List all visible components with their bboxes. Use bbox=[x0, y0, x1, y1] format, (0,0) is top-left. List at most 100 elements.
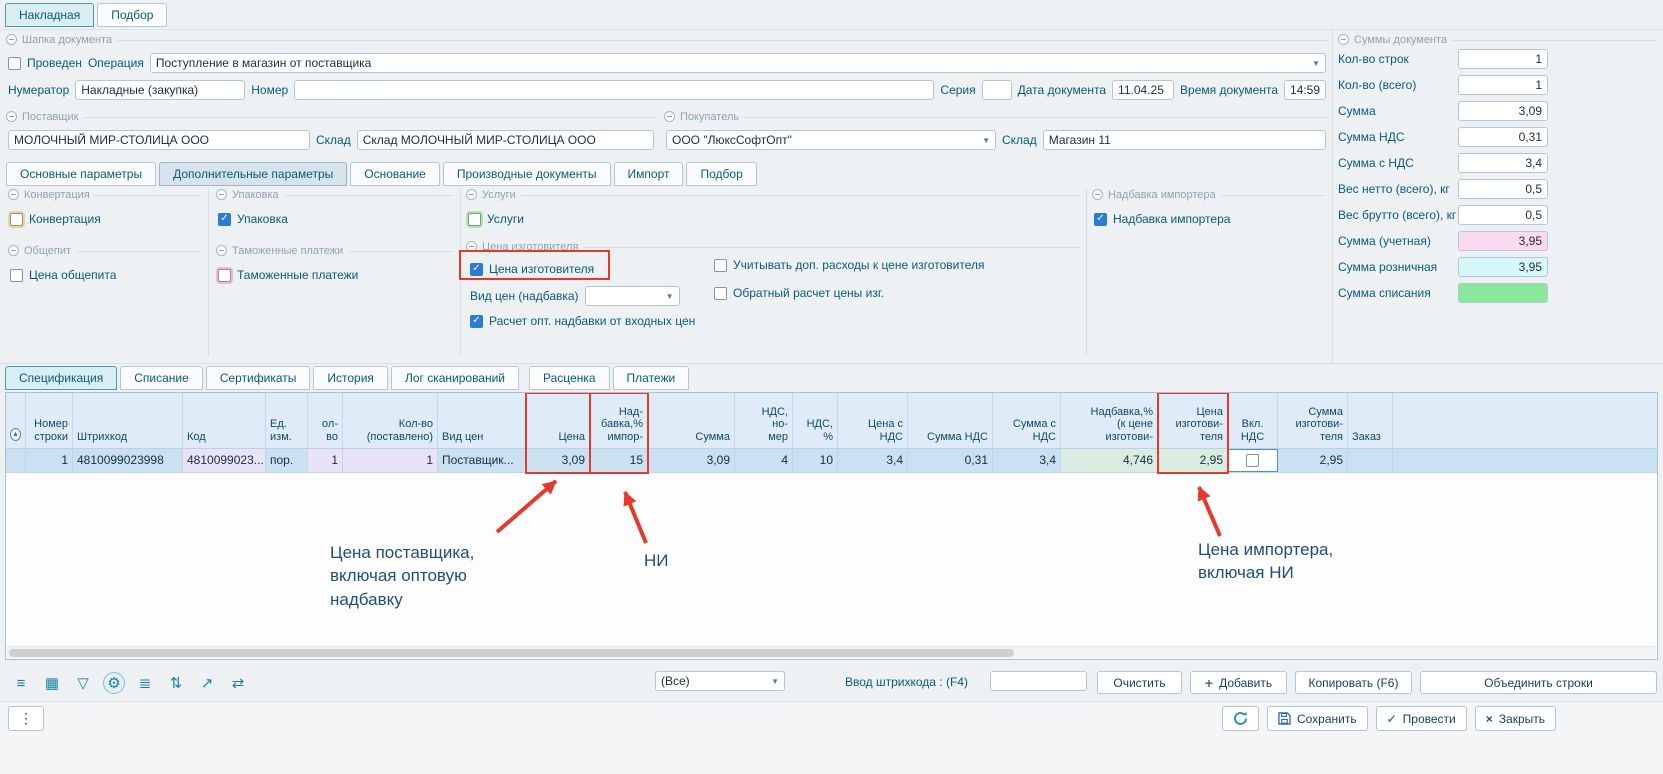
importer-markup-checkbox[interactable] bbox=[1094, 213, 1107, 226]
col-header-sum[interactable]: Сумма bbox=[648, 393, 735, 448]
sum-value-field[interactable]: 0,5 bbox=[1458, 205, 1548, 225]
tab-history[interactable]: История bbox=[313, 366, 388, 390]
supplier-name-field[interactable]: МОЛОЧНЫЙ МИР-СТОЛИЦА ООО bbox=[8, 130, 310, 150]
services-checkbox[interactable] bbox=[468, 213, 481, 226]
series-field[interactable] bbox=[982, 80, 1012, 100]
collapse-group-icon[interactable] bbox=[466, 241, 477, 252]
sum-value-field[interactable]: 1 bbox=[1458, 75, 1548, 95]
sum-value-field[interactable]: 0,31 bbox=[1458, 127, 1548, 147]
col-header-vat-sum[interactable]: Сумма НДС bbox=[908, 393, 993, 448]
collapse-group-icon[interactable] bbox=[8, 245, 19, 256]
buyer-select[interactable]: ООО "ЛюксСофтОпт" ▼ bbox=[666, 130, 996, 150]
tab-import[interactable]: Импорт bbox=[614, 162, 684, 186]
cell-code[interactable]: 4810099023... bbox=[183, 449, 266, 472]
conversion-checkbox[interactable] bbox=[10, 213, 23, 226]
opt-markup-checkbox[interactable] bbox=[470, 315, 483, 328]
collapse-group-icon[interactable] bbox=[664, 111, 675, 122]
cell-line-number[interactable]: 1 bbox=[26, 449, 73, 472]
collapse-group-icon[interactable] bbox=[216, 245, 227, 256]
swap-columns-icon[interactable]: ⇄ bbox=[227, 672, 249, 694]
tab-podbor-params[interactable]: Подбор bbox=[686, 162, 756, 186]
collapse-group-icon[interactable] bbox=[8, 189, 19, 200]
tab-writeoff[interactable]: Списание bbox=[120, 366, 203, 390]
price-type-select[interactable]: ▼ bbox=[585, 286, 680, 306]
save-button[interactable]: Сохранить bbox=[1267, 706, 1368, 731]
cell-sum-with-vat[interactable]: 3,4 bbox=[993, 449, 1061, 472]
col-header-vat-included[interactable]: Вкл. НДС bbox=[1228, 393, 1278, 448]
cell-qty[interactable]: 1 bbox=[308, 449, 343, 472]
cell-expander[interactable] bbox=[6, 449, 26, 472]
col-header-vat-percent[interactable]: НДС, % bbox=[793, 393, 838, 448]
refresh-button[interactable] bbox=[1222, 706, 1259, 731]
collapse-group-icon[interactable] bbox=[6, 34, 17, 45]
spec-table-row[interactable]: 148100990239984810099023...пор.11Поставщ… bbox=[6, 449, 1657, 473]
collapse-group-icon[interactable] bbox=[216, 189, 227, 200]
number-field[interactable] bbox=[294, 80, 934, 100]
numerator-field[interactable]: Накладные (закупка) bbox=[75, 80, 245, 100]
clear-button[interactable]: Очистить bbox=[1097, 671, 1182, 694]
sum-value-field[interactable]: 0,5 bbox=[1458, 179, 1548, 199]
sum-value-field[interactable]: 3,4 bbox=[1458, 153, 1548, 173]
tab-nakladnaya[interactable]: Накладная bbox=[5, 3, 94, 27]
cell-vat-sum[interactable]: 0,31 bbox=[908, 449, 993, 472]
tab-certificates[interactable]: Сертификаты bbox=[206, 366, 311, 390]
close-button[interactable]: × Закрыть bbox=[1475, 706, 1556, 731]
catering-price-checkbox[interactable] bbox=[10, 269, 23, 282]
cell-price-with-vat[interactable]: 3,4 bbox=[838, 449, 908, 472]
col-header-code[interactable]: Код bbox=[183, 393, 266, 448]
list-view-icon[interactable]: ≡ bbox=[10, 672, 32, 694]
col-header-vat-number[interactable]: НДС, но- мер bbox=[735, 393, 793, 448]
col-header-price-type[interactable]: Вид цен bbox=[438, 393, 526, 448]
operation-select[interactable]: Поступление в магазин от поставщика ▼ bbox=[150, 53, 1326, 73]
cell-maker-price[interactable]: 2,95 bbox=[1158, 449, 1228, 472]
post-button[interactable]: ✓ Провести bbox=[1376, 706, 1467, 731]
col-header-barcode[interactable]: Штрихкод bbox=[73, 393, 183, 448]
col-header-markup-to-maker-price[interactable]: Надбавка,% (к цене изготови- bbox=[1061, 393, 1158, 448]
sum-value-field[interactable]: 3,09 bbox=[1458, 101, 1548, 121]
chevron-down-icon[interactable]: ▼ bbox=[1308, 59, 1320, 68]
doc-time-field[interactable]: 14:59 bbox=[1284, 80, 1326, 100]
cell-unit[interactable]: пор. bbox=[266, 449, 308, 472]
sum-value-field[interactable]: 1 bbox=[1458, 49, 1548, 69]
col-header-importer-markup[interactable]: Над- бавка,% импор- bbox=[590, 393, 648, 448]
cell-barcode[interactable]: 4810099023998 bbox=[73, 449, 183, 472]
tab-main-params[interactable]: Основные параметры bbox=[6, 162, 156, 186]
col-header-price-with-vat[interactable]: Цена с НДС bbox=[838, 393, 908, 448]
merge-rows-button[interactable]: Объединить строки bbox=[1420, 671, 1657, 694]
tab-pricing[interactable]: Расценка bbox=[529, 366, 610, 390]
open-external-icon[interactable]: ↗ bbox=[196, 672, 218, 694]
chevron-down-icon[interactable]: ▼ bbox=[767, 677, 779, 686]
tab-payments[interactable]: Платежи bbox=[613, 366, 690, 390]
cell-importer-markup[interactable]: 15 bbox=[590, 449, 648, 472]
add-row-button[interactable]: + Добавить bbox=[1190, 671, 1287, 694]
collapse-group-icon[interactable] bbox=[1092, 189, 1103, 200]
tab-scan-log[interactable]: Лог сканирований bbox=[391, 366, 519, 390]
settings-gear-icon[interactable]: ⚙ bbox=[103, 672, 125, 694]
col-header-expander[interactable]: ▴ bbox=[6, 393, 26, 448]
packaging-checkbox[interactable] bbox=[218, 213, 231, 226]
cell-price-type[interactable]: Поставщик... bbox=[438, 449, 526, 472]
grid-view-icon[interactable]: ▦ bbox=[41, 672, 63, 694]
tab-derived-docs[interactable]: Производные документы bbox=[443, 162, 611, 186]
buyer-warehouse-field[interactable]: Магазин 11 bbox=[1043, 130, 1326, 150]
reverse-calc-checkbox[interactable] bbox=[714, 287, 727, 300]
chevron-down-icon[interactable]: ▼ bbox=[978, 136, 990, 145]
col-header-order[interactable]: Заказ bbox=[1348, 393, 1393, 448]
proveden-checkbox[interactable] bbox=[8, 57, 21, 70]
cell-sum[interactable]: 3,09 bbox=[648, 449, 735, 472]
menu-button[interactable]: ⋮ bbox=[8, 706, 44, 731]
supplier-warehouse-field[interactable]: Склад МОЛОЧНЫЙ МИР-СТОЛИЦА ООО bbox=[357, 130, 654, 150]
doc-date-field[interactable]: 11.04.25 bbox=[1112, 80, 1174, 100]
maker-price-checkbox[interactable] bbox=[470, 263, 483, 276]
cell-maker-sum[interactable]: 2,95 bbox=[1278, 449, 1348, 472]
tab-basis[interactable]: Основание bbox=[350, 162, 440, 186]
extra-costs-checkbox[interactable] bbox=[714, 259, 727, 272]
col-header-maker-sum[interactable]: Сумма изготови- теля bbox=[1278, 393, 1348, 448]
sort-list-icon[interactable]: ⇅ bbox=[165, 672, 187, 694]
cell-vat-included[interactable] bbox=[1228, 449, 1278, 472]
tab-additional-params[interactable]: Дополнительные параметры bbox=[159, 162, 347, 186]
cell-price[interactable]: 3,09 bbox=[526, 449, 590, 472]
cell-qty-delivered[interactable]: 1 bbox=[343, 449, 438, 472]
col-header-maker-price[interactable]: Цена изготови- теля bbox=[1158, 393, 1228, 448]
numbered-list-icon[interactable]: ≣ bbox=[134, 672, 156, 694]
